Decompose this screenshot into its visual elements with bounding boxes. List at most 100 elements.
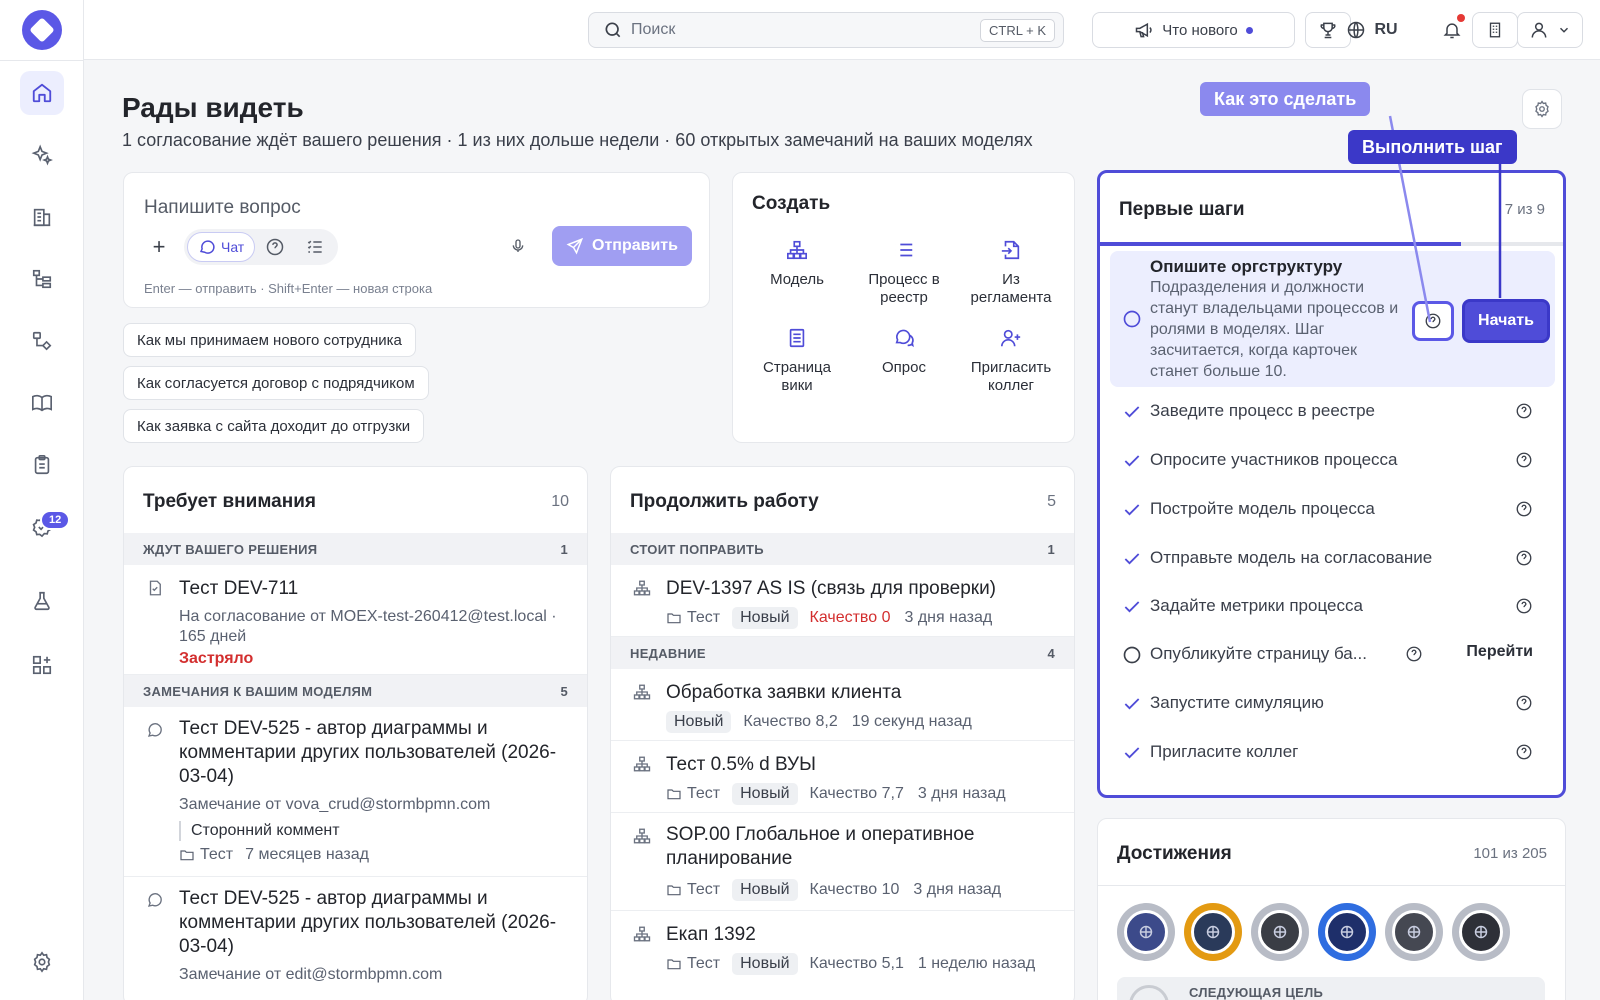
section-label: ЗАМЕЧАНИЯ К ВАШИМ МОДЕЛЯМ — [143, 683, 373, 699]
whats-new-button[interactable]: Что нового — [1092, 12, 1295, 48]
create-wiki-page-button[interactable]: Страница вики — [747, 327, 847, 395]
step-help-button[interactable] — [1515, 500, 1533, 518]
sidebar-item-organization[interactable] — [20, 195, 64, 239]
stuck-status: Застряло — [179, 650, 254, 667]
step-item[interactable]: Опубликуйте страницу ба... Перейти — [1100, 641, 1563, 667]
attention-count: 10 — [551, 493, 569, 510]
step-item[interactable]: Опросите участников процесса — [1100, 447, 1563, 473]
send-button[interactable]: Отправить — [552, 226, 692, 266]
user-menu-button[interactable] — [1517, 12, 1583, 48]
chat-mode-button[interactable]: Чат — [187, 232, 256, 262]
workspace-button[interactable] — [1472, 12, 1518, 48]
question-icon — [1516, 403, 1532, 419]
create-from-regulation-button[interactable]: Из регламента — [961, 239, 1061, 307]
step-help-button[interactable] — [1515, 694, 1533, 712]
suggestion-chip[interactable]: Как мы принимаем нового сотрудника — [123, 323, 416, 357]
invite-colleagues-button[interactable]: Пригласить коллег — [961, 327, 1061, 395]
step-item[interactable]: Пригласите коллег — [1100, 739, 1563, 765]
next-goal-banner: СЛЕДУЮЩАЯ ЦЕЛЬ — [1117, 977, 1545, 1000]
achievement-badge[interactable] — [1184, 903, 1242, 961]
item-title: Екап 1392 — [666, 924, 756, 945]
sidebar-item-home[interactable] — [20, 71, 64, 115]
step-help-button[interactable] — [1515, 451, 1533, 469]
sidebar-item-processes[interactable] — [20, 319, 64, 363]
achievements-count: 101 из 205 — [1473, 845, 1547, 862]
achievement-badge[interactable] — [1251, 903, 1309, 961]
start-step-button[interactable]: Начать — [1462, 299, 1550, 343]
step-help-button[interactable] — [1515, 549, 1533, 567]
step-item[interactable]: Запустите симуляцию — [1100, 690, 1563, 716]
building-icon — [1489, 22, 1501, 38]
question-input[interactable] — [144, 197, 664, 219]
item-meta: На согласование от MOEX-test-260412@test… — [179, 608, 557, 645]
achievement-badge[interactable] — [1385, 903, 1443, 961]
create-registry-process-button[interactable]: Процесс в реестр — [854, 239, 954, 307]
search-input[interactable] — [631, 21, 981, 39]
create-model-button[interactable]: Модель — [747, 239, 847, 289]
step-help-button[interactable] — [1515, 743, 1533, 761]
achievement-badge[interactable] — [1318, 903, 1376, 961]
create-survey-button[interactable]: Опрос — [854, 327, 954, 377]
send-label: Отправить — [592, 237, 678, 254]
help-mode-button[interactable] — [255, 232, 295, 262]
quality-score: Качество 5,1 — [809, 955, 904, 972]
list-item[interactable]: Тест DEV-711 На согласование от MOEX-tes… — [124, 565, 587, 675]
check-icon — [1124, 747, 1140, 759]
step-item[interactable]: Постройте модель процесса — [1100, 496, 1563, 522]
sidebar-item-lab[interactable] — [20, 579, 64, 623]
step-item[interactable]: Отправьте модель на согласование — [1100, 545, 1563, 571]
notifications-button[interactable] — [1429, 12, 1475, 48]
step-help-button[interactable] — [1405, 645, 1423, 663]
input-hint: Enter — отправить · Shift+Enter — новая … — [144, 281, 433, 296]
folder-tag: Тест — [666, 608, 720, 628]
step-label: Запустите симуляцию — [1150, 693, 1324, 712]
app-logo[interactable] — [22, 10, 62, 50]
item-meta-row: Новый Качество 8,2 19 секунд назад — [666, 711, 1060, 733]
step-item[interactable]: Заведите процесс в реестре — [1100, 398, 1563, 424]
search-shortcut: CTRL + K — [980, 18, 1055, 42]
list-item[interactable]: DEV-1397 AS IS (связь для проверки) Тест… — [611, 565, 1074, 637]
list-item[interactable]: Тест DEV-525 - автор диаграммы и коммент… — [124, 707, 587, 877]
list-item[interactable]: Тест DEV-525 - автор диаграммы и коммент… — [124, 877, 587, 1000]
step-item[interactable]: Задайте метрики процесса — [1100, 593, 1563, 619]
comment-icon — [147, 893, 162, 907]
suggestion-chip[interactable]: Как заявка с сайта доходит до отгрузки — [123, 409, 425, 443]
create-item-label: Модель — [770, 271, 824, 288]
org-chart-icon — [787, 240, 807, 260]
dashboard-settings-button[interactable] — [1522, 89, 1562, 129]
medal-icon — [1340, 925, 1354, 939]
how-to-button[interactable] — [1412, 301, 1454, 341]
folder-tag: Тест — [179, 845, 233, 865]
list-item[interactable]: Обработка заявки клиента Новый Качество … — [611, 669, 1074, 741]
sidebar-item-ai[interactable] — [20, 133, 64, 177]
check-icon — [1124, 455, 1140, 467]
quality-score: Качество 0 — [809, 609, 891, 626]
list-item[interactable]: Тест 0.5% d ВУЫ Тест Новый Качество 7,7 … — [611, 741, 1074, 813]
sidebar-item-widgets[interactable] — [20, 643, 64, 687]
chat-bubbles-icon — [895, 329, 914, 348]
global-search[interactable]: CTRL + K — [588, 12, 1064, 48]
step-help-button[interactable] — [1515, 597, 1533, 615]
language-switcher[interactable]: RU — [1327, 12, 1417, 48]
create-item-label: Процесс в реестр — [868, 271, 940, 306]
chat-mode-label: Чат — [221, 239, 245, 255]
sidebar-item-settings[interactable] — [20, 940, 64, 984]
sidebar-item-structure[interactable] — [20, 257, 64, 301]
step-go-button[interactable]: Перейти — [1466, 643, 1533, 661]
megaphone-icon — [1136, 22, 1152, 38]
first-steps-card: Первые шаги 7 из 9 Опишите оргструктуру … — [1097, 170, 1566, 798]
list-item[interactable]: SOP.00 Глобальное и оперативное планиров… — [611, 813, 1074, 911]
suggestion-chip[interactable]: Как согласуется договор с подрядчиком — [123, 366, 429, 400]
microphone-button[interactable] — [510, 237, 526, 255]
sidebar-item-wiki[interactable] — [20, 381, 64, 425]
attach-button[interactable]: + — [144, 232, 174, 262]
achievement-badge[interactable] — [1452, 903, 1510, 961]
section-label: СТОИТ ПОПРАВИТЬ — [630, 541, 764, 557]
globe-icon — [1348, 21, 1365, 39]
check-icon — [1124, 698, 1140, 710]
list-mode-button[interactable] — [295, 232, 335, 262]
list-item[interactable]: Екап 1392 Тест Новый Качество 5,1 1 неде… — [611, 911, 1074, 983]
sidebar-item-tasks[interactable] — [20, 443, 64, 487]
step-help-button[interactable] — [1515, 402, 1533, 420]
achievement-badge[interactable] — [1117, 903, 1175, 961]
